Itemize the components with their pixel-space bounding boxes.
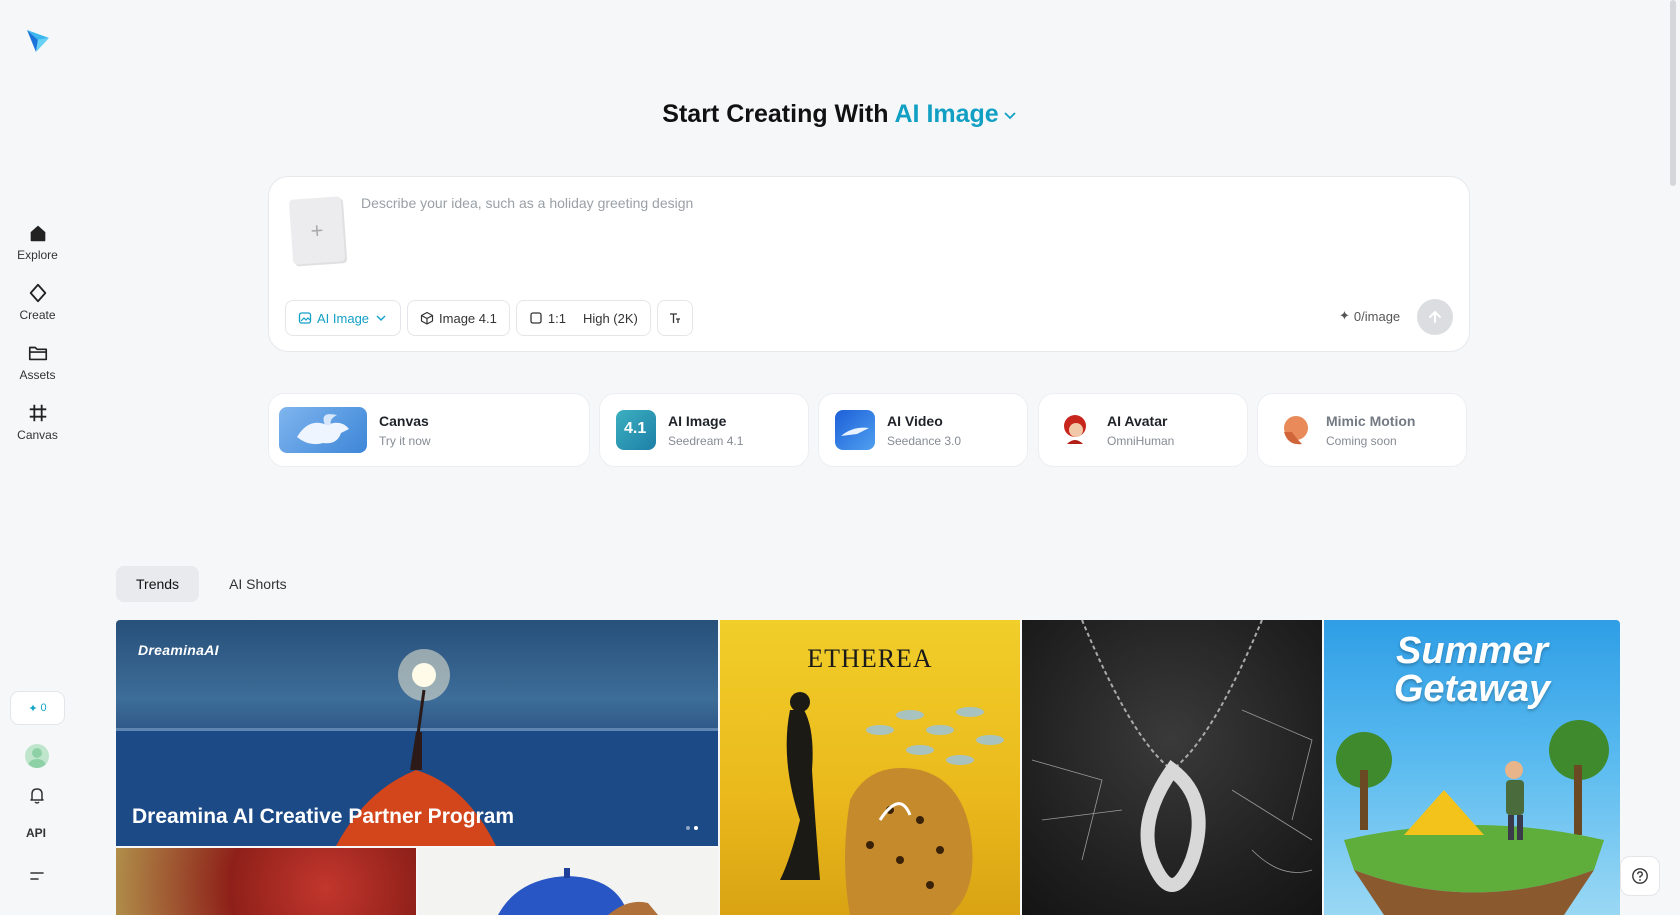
prompt-input[interactable]: [361, 195, 1441, 211]
credits-button[interactable]: ✦ 0: [10, 691, 65, 725]
gallery-item-summer-getaway[interactable]: Summer Getaway: [1324, 620, 1620, 915]
nav-canvas-label: Canvas: [17, 428, 58, 442]
arrow-up-icon: [1429, 310, 1441, 323]
seedance-thumbnail: [835, 410, 875, 450]
banner-title: Dreamina AI Creative Partner Program: [132, 805, 515, 828]
tool-title: AI Image: [668, 412, 727, 429]
nav-canvas[interactable]: Canvas: [0, 402, 75, 462]
page-title: Start Creating With AI Image: [0, 100, 1680, 129]
omnihuman-thumbnail: [1055, 410, 1095, 450]
ratio-label: 1:1: [547, 310, 566, 326]
main-nav: Explore Create Assets Canvas: [0, 222, 75, 462]
mimic-motion-thumbnail: [1274, 410, 1314, 450]
tool-subtitle: Try it now: [379, 433, 431, 448]
seedream-badge: 4.1: [624, 420, 647, 437]
tool-subtitle: Seedance 3.0: [887, 433, 962, 448]
gallery-item-beret[interactable]: [418, 848, 718, 915]
tool-subtitle: Coming soon: [1326, 433, 1397, 448]
carousel-dots[interactable]: [686, 826, 698, 830]
island-illustration: [1336, 720, 1609, 915]
nav-create-label: Create: [19, 308, 56, 322]
tool-card-ai-image[interactable]: 4.1 AI Image Seedream 4.1: [599, 393, 809, 467]
upload-reference-button[interactable]: +: [288, 196, 346, 265]
tab-ai-shorts[interactable]: AI Shorts: [209, 566, 307, 602]
trends-gallery: DreaminaAI Dreamina AI Creative Partner …: [116, 620, 1620, 915]
tool-card-canvas[interactable]: Canvas Try it now: [268, 393, 590, 467]
pendant-illustration: [1031, 620, 1313, 892]
quality-label: High (2K): [582, 310, 638, 326]
app-logo[interactable]: [24, 26, 52, 54]
seedream-thumbnail: 4.1: [616, 410, 656, 450]
tool-card-mimic-motion[interactable]: Mimic Motion Coming soon: [1257, 393, 1467, 467]
pegasus-thumbnail: [279, 407, 367, 453]
sidebar: Explore Create Assets Canvas ✦ 0 API: [0, 0, 75, 915]
tool-card-ai-video[interactable]: AI Video Seedance 3.0: [818, 393, 1028, 467]
nav-explore-label: Explore: [17, 248, 58, 262]
tool-title: Mimic Motion: [1326, 412, 1416, 429]
tool-subtitle: OmniHuman: [1107, 433, 1175, 448]
chevron-down-icon: [1004, 112, 1016, 120]
cube-icon: [420, 311, 434, 325]
cost-indicator: ✦ 0/image: [1339, 308, 1400, 324]
plus-icon: +: [309, 217, 325, 243]
paper-plane-logo-icon: [27, 30, 49, 52]
api-link[interactable]: API: [26, 826, 46, 840]
beret-illustration: [498, 868, 658, 915]
image-icon: [298, 312, 312, 324]
gallery-item-red-abstract[interactable]: [116, 848, 416, 915]
help-button[interactable]: [1620, 856, 1660, 896]
cost-label: 0/image: [1353, 308, 1401, 324]
menu-icon[interactable]: [28, 867, 46, 885]
ratio-quality-select[interactable]: 1:1 High (2K): [515, 300, 651, 336]
tool-subtitle: Seedream 4.1: [668, 433, 744, 448]
credits-count: 0: [40, 702, 47, 714]
aspect-ratio-icon: [530, 312, 542, 324]
text-format-icon: [669, 313, 680, 323]
tab-trends[interactable]: Trends: [116, 566, 200, 602]
nav-assets-label: Assets: [19, 368, 56, 382]
title-prefix: Start Creating With: [662, 100, 889, 128]
nav-create[interactable]: Create: [0, 282, 75, 342]
generation-options: AI Image Image 4.1 1:1 High (2K): [285, 300, 693, 336]
leopard-illustration: [780, 692, 1004, 915]
folder-icon: [28, 346, 47, 361]
tool-title: AI Avatar: [1107, 412, 1168, 429]
mode-select-label: AI Image: [317, 310, 370, 326]
model-select[interactable]: Image 4.1: [407, 300, 510, 336]
home-icon: [30, 225, 45, 242]
mode-select[interactable]: AI Image: [285, 300, 402, 336]
mode-label: AI Image: [894, 100, 999, 128]
tool-cards: Canvas Try it now 4.1 AI Image Seedream …: [268, 393, 1470, 467]
tool-title: AI Video: [887, 412, 943, 429]
tool-title: Canvas: [379, 412, 429, 429]
sparkle-small-icon: ✦: [28, 702, 38, 715]
help-icon: [1632, 868, 1648, 884]
nav-assets[interactable]: Assets: [0, 342, 75, 402]
tool-card-ai-avatar[interactable]: AI Avatar OmniHuman: [1038, 393, 1248, 467]
chevron-down-icon: [376, 315, 386, 321]
prompt-box: + AI Image Image 4.1 1:1 High (2K) ✦ 0/i…: [268, 176, 1470, 352]
page-scrollbar[interactable]: [1670, 0, 1676, 186]
submit-button[interactable]: [1417, 299, 1453, 335]
banner-brand: DreaminaAI: [138, 642, 219, 658]
sparkle-small-icon: ✦: [1339, 308, 1350, 323]
bell-icon[interactable]: [27, 785, 47, 805]
sparkle-icon: [29, 283, 46, 303]
text-style-button[interactable]: [656, 300, 693, 336]
nav-explore[interactable]: Explore: [0, 222, 75, 282]
crop-icon: [29, 404, 46, 422]
gallery-item-etherea[interactable]: ETHEREA: [720, 620, 1020, 915]
mode-dropdown[interactable]: AI Image: [895, 100, 1018, 128]
user-avatar[interactable]: [25, 744, 49, 768]
model-select-label: Image 4.1: [439, 310, 497, 326]
promo-banner[interactable]: DreaminaAI Dreamina AI Creative Partner …: [116, 620, 718, 846]
feed-tabs: Trends AI Shorts: [116, 566, 307, 602]
gallery-item-pendant[interactable]: [1022, 620, 1322, 915]
